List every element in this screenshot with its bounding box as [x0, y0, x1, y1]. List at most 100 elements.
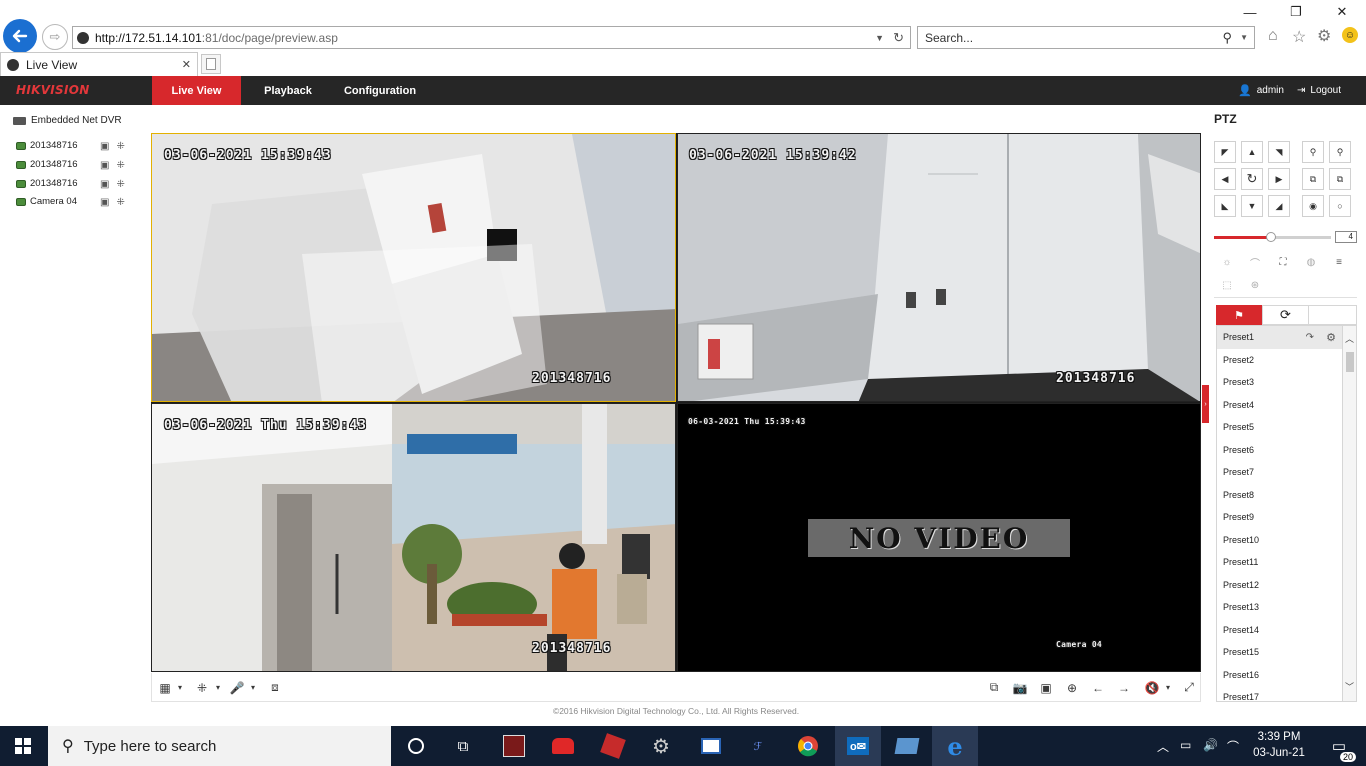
list-item[interactable]: Preset17	[1217, 686, 1342, 701]
list-item[interactable]: Preset13	[1217, 596, 1342, 619]
taskbar-app-6[interactable]: ℱ	[735, 726, 781, 766]
tab-preset[interactable]: ⚑	[1216, 305, 1262, 325]
focus-near-button[interactable]: ⧉	[1302, 168, 1324, 190]
list-item[interactable]: Preset14	[1217, 619, 1342, 642]
camera-item[interactable]: 201348716	[16, 178, 78, 189]
address-bar[interactable]: http://172.51.14.101:81/doc/page/preview…	[72, 26, 911, 49]
taskbar-app-2[interactable]	[540, 726, 586, 766]
back-button[interactable]	[3, 19, 37, 53]
ptz-speed-slider[interactable]	[1214, 232, 1331, 242]
tab-patrol[interactable]: ⟳	[1262, 305, 1309, 325]
3d-zoom-icon[interactable]: ⊛	[1242, 276, 1268, 294]
taskbar-app-1[interactable]	[491, 726, 537, 766]
list-item[interactable]: Preset8	[1217, 484, 1342, 507]
list-item[interactable]: Preset12	[1217, 574, 1342, 597]
maximize-button[interactable]: ❐	[1273, 0, 1319, 24]
iris-open-button[interactable]: ○	[1329, 195, 1351, 217]
search-icon[interactable]: ⚲	[1222, 30, 1232, 46]
tab-live-view[interactable]: Live View	[152, 76, 241, 105]
taskbar-app-3[interactable]	[590, 726, 636, 766]
device-tree-root[interactable]: Embedded Net DVR	[13, 115, 122, 126]
dropdown-icon[interactable]: ▾	[1159, 680, 1177, 695]
record-icon[interactable]: ▣	[100, 141, 109, 152]
video-window-2[interactable]: 03-06-2021 15:39:42 201348716	[677, 133, 1201, 402]
ptz-up-left-button[interactable]: ◤	[1214, 141, 1236, 163]
new-tab-button[interactable]	[201, 54, 221, 74]
outlook-button[interactable]: o✉	[835, 726, 881, 766]
taskbar-app-7[interactable]	[884, 726, 930, 766]
list-item[interactable]: Preset9	[1217, 506, 1342, 529]
ptz-control-icon[interactable]: ⁜	[116, 160, 124, 171]
dropdown-icon[interactable]: ▾	[244, 680, 262, 695]
ptz-up-right-button[interactable]: ◥	[1268, 141, 1290, 163]
browser-tab-live-view[interactable]: Live View ✕	[0, 52, 198, 76]
wiper-icon[interactable]: ⌒	[1242, 253, 1268, 271]
battery-icon[interactable]: ▭	[1180, 738, 1191, 752]
tab-pattern[interactable]	[1309, 305, 1357, 325]
iris-close-button[interactable]: ◉	[1302, 195, 1324, 217]
call-preset-icon[interactable]: ↷	[1306, 332, 1314, 343]
scrollbar-thumb[interactable]	[1346, 352, 1354, 372]
previous-page-icon[interactable]: ←	[1089, 680, 1107, 695]
volume-icon[interactable]: 🔊	[1203, 738, 1218, 752]
stop-all-icon[interactable]: ⧉	[985, 680, 1003, 695]
light-icon[interactable]: ☼	[1214, 253, 1240, 271]
dropdown-icon[interactable]: ▼	[1240, 33, 1248, 42]
refresh-icon[interactable]: ↻	[893, 30, 904, 46]
list-item[interactable]: Preset15	[1217, 641, 1342, 664]
dropdown-icon[interactable]: ▾	[209, 680, 227, 695]
camera-item[interactable]: 201348716	[16, 159, 78, 170]
forward-button[interactable]: ⇨	[42, 24, 68, 50]
scroll-up-icon[interactable]: ︿	[1345, 332, 1354, 345]
fullscreen-icon[interactable]: ⤢	[1180, 680, 1198, 695]
list-item[interactable]: Preset3	[1217, 371, 1342, 394]
set-preset-gear-icon[interactable]: ⚙	[1326, 331, 1336, 344]
record-icon[interactable]: ▣	[100, 179, 109, 190]
video-window-3[interactable]: 03-06-2021 Thu 15:39:43 201348716	[151, 403, 676, 672]
video-window-4[interactable]: 06-03-2021 Thu 15:39:43 NO VIDEO Camera …	[677, 403, 1201, 672]
auxiliary-focus-icon[interactable]: ⛶	[1270, 253, 1296, 271]
ptz-down-left-button[interactable]: ◣	[1214, 195, 1236, 217]
list-item[interactable]: Preset5	[1217, 416, 1342, 439]
next-page-icon[interactable]: →	[1115, 680, 1133, 695]
list-item[interactable]: Preset6	[1217, 439, 1342, 462]
close-window-button[interactable]: ✕	[1319, 0, 1365, 24]
camera-item[interactable]: 201348716	[16, 140, 78, 151]
user-menu[interactable]: 👤 admin	[1238, 76, 1284, 105]
cortana-button[interactable]	[393, 726, 439, 766]
preset-scrollbar[interactable]: ︿ ﹀	[1342, 325, 1357, 702]
zoom-in-button[interactable]: ⚲	[1329, 141, 1351, 163]
list-item[interactable]: Preset11	[1217, 551, 1342, 574]
video-window-1[interactable]: 03-06-2021 15:39:43 201348716	[151, 133, 676, 402]
ptz-speed-knob[interactable]	[1266, 232, 1276, 242]
start-button[interactable]	[0, 726, 46, 766]
ptz-control-icon[interactable]: ⁜	[116, 141, 124, 152]
logout-button[interactable]: ⇥ Logout	[1297, 76, 1341, 105]
home-icon[interactable]: ⌂	[1268, 27, 1278, 45]
task-view-button[interactable]: ⧉	[440, 726, 486, 766]
taskbar-app-4[interactable]: ⚙	[638, 726, 684, 766]
list-item[interactable]: Preset2	[1217, 349, 1342, 372]
minimize-button[interactable]: —	[1227, 0, 1273, 24]
focus-far-button[interactable]: ⧉	[1329, 168, 1351, 190]
close-tab-icon[interactable]: ✕	[182, 58, 191, 71]
browser-search-input[interactable]: Search... ⚲ ▼	[917, 26, 1255, 49]
tab-playback[interactable]: Playback	[253, 76, 323, 105]
record-icon[interactable]: ▣	[100, 160, 109, 171]
zoom-out-button[interactable]: ⚲	[1302, 141, 1324, 163]
capture-icon[interactable]: 📷	[1011, 680, 1029, 695]
zoom-icon[interactable]: ⊕	[1063, 680, 1081, 695]
record-all-icon[interactable]: ▣	[1037, 680, 1055, 695]
dropdown-icon[interactable]: ▼	[875, 33, 884, 43]
chrome-button[interactable]	[785, 726, 831, 766]
taskbar-clock[interactable]: 3:39 PM 03-Jun-21	[1248, 729, 1310, 761]
internet-explorer-button[interactable]: e	[932, 726, 978, 766]
collapse-panel-handle[interactable]: ›	[1202, 385, 1209, 423]
dropdown-icon[interactable]: ▾	[171, 680, 189, 695]
menu-icon[interactable]: ≡	[1326, 253, 1352, 271]
network-icon[interactable]: ⌒	[1227, 738, 1239, 755]
tray-overflow-icon[interactable]: ︿	[1157, 738, 1169, 755]
ptz-control-icon[interactable]: ⁜	[116, 197, 124, 208]
ptz-right-button[interactable]: ▶	[1268, 168, 1290, 190]
manual-track-icon[interactable]: ⬚	[1214, 276, 1240, 294]
